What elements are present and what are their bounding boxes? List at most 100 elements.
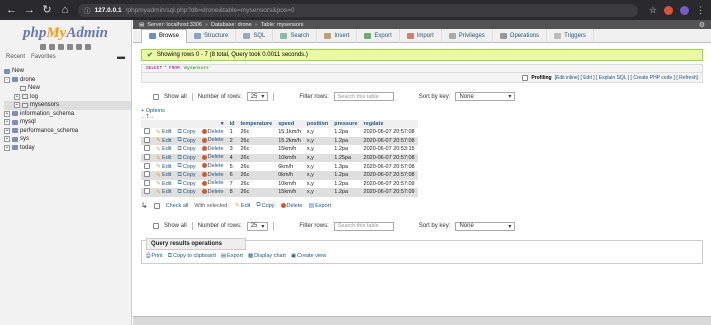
- breadcrumb-server[interactable]: Server: localhost:3306: [147, 22, 202, 28]
- cell-position[interactable]: x,y: [303, 179, 332, 189]
- cell-speed[interactable]: 10km/h: [275, 153, 304, 163]
- tree-item-sys[interactable]: + sys: [4, 135, 131, 144]
- browser-menu-icon[interactable]: ⋮: [696, 5, 705, 16]
- column-header-pressure[interactable]: pressure: [331, 120, 361, 128]
- phpmyadmin-logo[interactable]: phpMyAdmin: [0, 20, 131, 42]
- profiling-checkbox[interactable]: [522, 74, 529, 81]
- create-view-button[interactable]: ▣ Create view: [291, 253, 326, 259]
- cell-regdate[interactable]: 2020-06-07 20:53:15: [360, 145, 418, 154]
- cell-regdate[interactable]: 2020-06-07 20:57:08: [360, 136, 418, 146]
- cell-regdate[interactable]: 2020-06-07 20:57:09: [360, 179, 418, 189]
- tab-operations[interactable]: Operations: [493, 28, 548, 43]
- cell-temperature[interactable]: 26c: [237, 188, 276, 197]
- copy-clipboard-button[interactable]: ⧉ Copy to clipboard: [168, 253, 216, 260]
- cell-position[interactable]: x,y: [303, 162, 332, 171]
- address-bar[interactable]: ⓘ 127.0.0.1 /phpmyadmin/sql.php?db=drone…: [78, 3, 638, 17]
- tab-browse[interactable]: Browse: [141, 28, 188, 43]
- tree-item-log[interactable]: + log: [4, 93, 131, 102]
- breadcrumb-database[interactable]: Database: drone: [211, 22, 252, 28]
- collapse-toggle-icon[interactable]: -: [4, 76, 10, 83]
- bulk-export-button[interactable]: ▤ Export: [308, 202, 331, 210]
- row-delete-button[interactable]: Delete: [201, 189, 224, 195]
- reload-nav-icon[interactable]: [85, 44, 91, 50]
- cell-temperature[interactable]: 26c: [237, 170, 276, 180]
- console-bar[interactable]: [133, 316, 711, 325]
- row-checkbox[interactable]: [144, 154, 150, 161]
- logout-icon[interactable]: [49, 44, 55, 50]
- breadcrumb-table[interactable]: Table: mysensors: [261, 22, 304, 28]
- favorites-tab[interactable]: Favorites: [31, 54, 56, 60]
- tree-item-new-table[interactable]: New: [4, 84, 131, 93]
- expand-toggle-icon[interactable]: +: [4, 136, 10, 143]
- cell-temperature[interactable]: 26c: [237, 153, 276, 163]
- tree-item-mysql[interactable]: + mysql: [4, 118, 131, 127]
- row-checkbox[interactable]: [144, 171, 150, 178]
- expand-toggle-icon[interactable]: +: [14, 102, 20, 109]
- forward-icon[interactable]: →: [24, 4, 35, 16]
- cell-regdate[interactable]: 2020-06-07 20:57:08: [360, 170, 418, 180]
- sort-by-key-select[interactable]: None ▾: [455, 92, 516, 101]
- row-checkbox[interactable]: [144, 179, 150, 186]
- row-delete-button[interactable]: Delete: [201, 146, 224, 152]
- check-all-label[interactable]: Check all: [166, 203, 189, 209]
- row-delete-button[interactable]: Delete: [201, 180, 224, 186]
- expand-toggle-icon[interactable]: +: [4, 144, 10, 151]
- sort-dropdown-icon[interactable]: ▾: [221, 121, 224, 127]
- tab-privileges[interactable]: Privileges: [442, 28, 493, 43]
- row-copy-button[interactable]: ⧉ Copy: [178, 172, 196, 179]
- cell-regdate[interactable]: 2020-06-07 20:57:08: [360, 162, 418, 171]
- home-icon[interactable]: [40, 44, 46, 50]
- bulk-copy-button[interactable]: ⧉ Copy: [256, 202, 274, 209]
- cell-id[interactable]: 4: [226, 153, 238, 163]
- tree-item-today[interactable]: + today: [4, 144, 131, 153]
- cell-temperature[interactable]: 26c: [237, 179, 276, 189]
- row-checkbox[interactable]: [144, 188, 150, 195]
- cell-id[interactable]: 6: [226, 170, 238, 180]
- tab-search[interactable]: Search: [273, 28, 318, 43]
- check-all-checkbox[interactable]: [153, 202, 160, 209]
- cell-position[interactable]: x,y: [303, 145, 332, 154]
- cell-position[interactable]: x,y: [303, 188, 332, 197]
- cell-speed[interactable]: 15km/h: [275, 145, 304, 154]
- cell-position[interactable]: x,y: [303, 136, 332, 146]
- settings-icon[interactable]: [76, 44, 82, 50]
- row-edit-button[interactable]: ✎ Edit: [156, 172, 172, 179]
- row-copy-button[interactable]: ⧉ Copy: [178, 180, 196, 187]
- tab-import[interactable]: Import: [400, 28, 442, 43]
- tab-structure[interactable]: Structure: [187, 28, 237, 43]
- row-edit-button[interactable]: ✎ Edit: [156, 180, 172, 188]
- row-copy-button[interactable]: ⧉ Copy: [178, 129, 196, 136]
- query-links[interactable]: [Edit inline] [ Edit ] [ Explain SQL ] […: [555, 75, 698, 81]
- cell-pressure[interactable]: 1.2pa: [331, 145, 361, 154]
- column-header-temperature[interactable]: temperature: [237, 120, 276, 128]
- sort-arrows[interactable]: ←T→: [141, 114, 154, 120]
- cell-regdate[interactable]: 2020-06-07 20:57:09: [360, 188, 418, 197]
- tree-item-new[interactable]: New: [4, 67, 131, 76]
- row-delete-button[interactable]: Delete: [201, 172, 224, 178]
- row-checkbox[interactable]: [144, 136, 150, 143]
- column-header-speed[interactable]: speed: [275, 120, 304, 128]
- extension-icon[interactable]: [664, 5, 673, 15]
- row-edit-button[interactable]: ✎ Edit: [156, 189, 172, 196]
- expand-toggle-icon[interactable]: +: [4, 110, 10, 117]
- cell-pressure[interactable]: 1.2pa: [331, 179, 361, 189]
- tree-item-mysensors[interactable]: + mysensors: [4, 101, 131, 110]
- row-copy-button[interactable]: ⧉ Copy: [178, 137, 196, 144]
- tab-triggers[interactable]: Triggers: [547, 28, 594, 43]
- cell-position[interactable]: x,y: [303, 153, 332, 163]
- row-delete-button[interactable]: Delete: [201, 163, 224, 169]
- help-icon[interactable]: [58, 44, 64, 50]
- home-icon[interactable]: ⌂: [60, 4, 70, 16]
- expand-toggle-icon[interactable]: +: [14, 93, 20, 100]
- cell-temperature[interactable]: 26c: [237, 136, 276, 146]
- expand-toggle-icon[interactable]: +: [4, 119, 10, 126]
- print-button[interactable]: ⎙ Print: [146, 253, 163, 260]
- row-delete-button[interactable]: Delete: [201, 129, 224, 135]
- cell-pressure[interactable]: 1.25pa: [331, 153, 361, 163]
- cell-speed[interactable]: 15km/h: [275, 188, 304, 197]
- bookmark-star-icon[interactable]: ☆: [649, 5, 657, 16]
- row-checkbox[interactable]: [144, 162, 150, 169]
- docs-icon[interactable]: [67, 44, 73, 50]
- filter-rows-input[interactable]: Search this table: [333, 221, 394, 231]
- cell-id[interactable]: 8: [226, 188, 238, 197]
